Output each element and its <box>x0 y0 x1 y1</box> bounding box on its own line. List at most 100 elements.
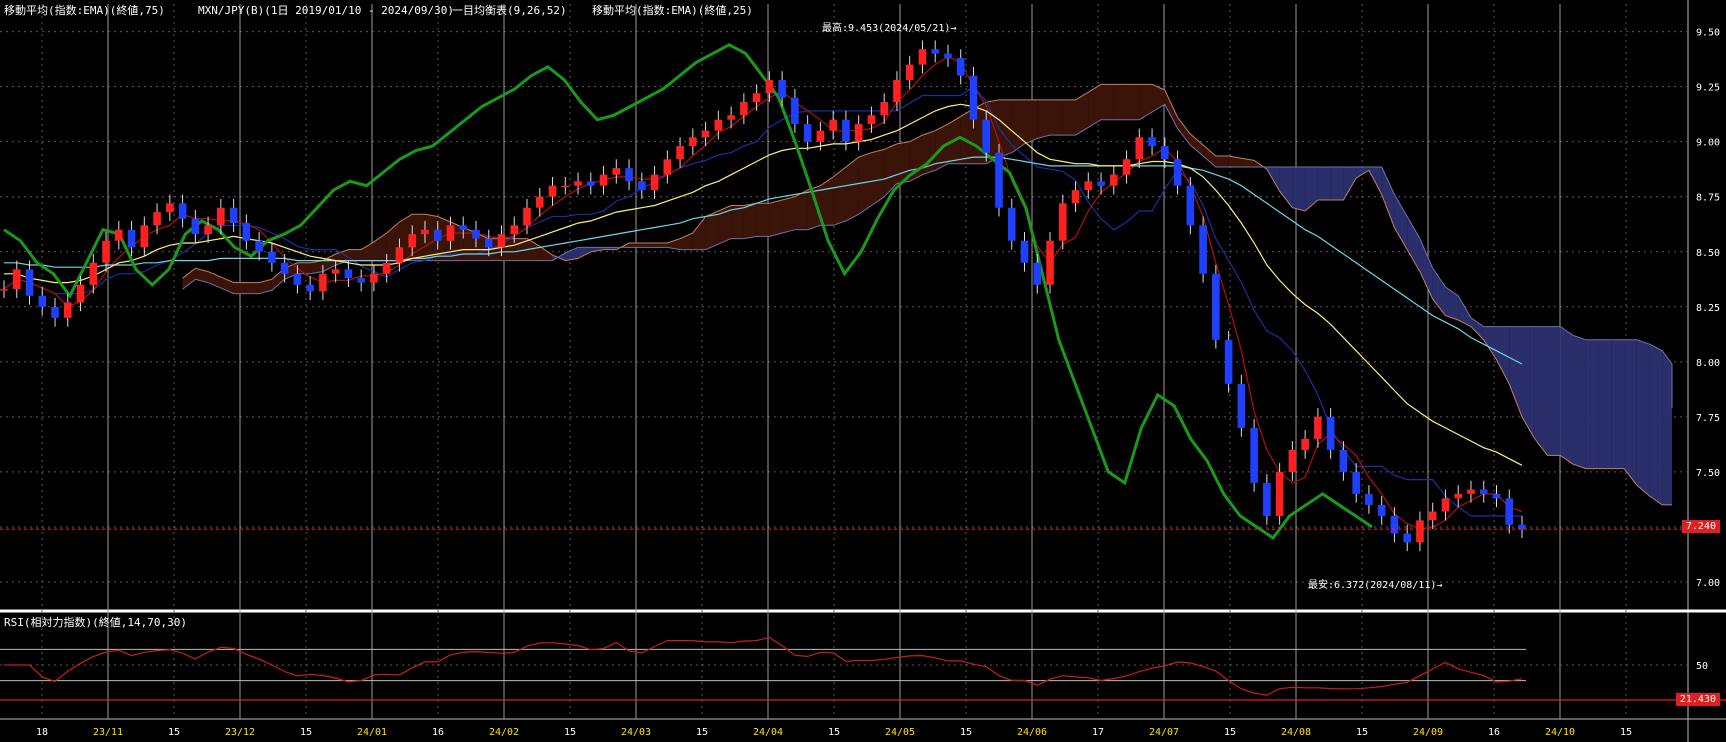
candle-body <box>995 152 1003 208</box>
candle-body <box>1377 504 1386 516</box>
candle-body <box>1186 185 1195 226</box>
price-tick-label: 9.25 <box>1696 83 1720 94</box>
ichimoku-legend: 一目均衡表(9,26,52) <box>452 4 567 17</box>
symbol-title: MXN/JPY(B)(1日 2019/01/10 - 2024/09/30) <box>198 4 455 17</box>
candle-body <box>548 185 557 197</box>
cloud-segment <box>1330 167 1344 201</box>
price-tick-label: 8.25 <box>1696 303 1720 314</box>
candle-body <box>982 119 991 153</box>
candle-body <box>1301 438 1309 450</box>
candle-body <box>727 115 735 120</box>
candle-body <box>38 295 47 307</box>
time-tick-label: 16 <box>432 727 444 738</box>
candle-body <box>331 269 340 274</box>
candle-body <box>229 207 238 224</box>
candle-body <box>650 174 659 191</box>
time-tick-label: 24/04 <box>753 727 783 738</box>
candle-body <box>1161 146 1169 160</box>
time-tick-label: 24/03 <box>621 727 651 738</box>
candle-body <box>102 240 110 263</box>
candle-body <box>893 80 901 103</box>
candle-body <box>1263 482 1271 516</box>
candle-body <box>63 302 72 318</box>
candle-body <box>1173 159 1182 186</box>
candle-body <box>638 181 646 191</box>
candle-body <box>561 185 570 188</box>
cloud-segment <box>1611 339 1625 469</box>
cloud-segment <box>641 242 655 248</box>
cloud-segment <box>1534 326 1548 456</box>
candle-body <box>714 119 723 131</box>
cloud-segment <box>845 157 859 221</box>
chart-canvas: 9.509.259.008.758.508.258.007.757.507.25… <box>0 0 1726 742</box>
cloud-segment <box>1547 326 1561 456</box>
candle-body <box>1084 181 1093 191</box>
candle-body <box>191 218 200 235</box>
cloud-segment <box>629 242 642 248</box>
candle-body <box>1212 273 1220 340</box>
time-tick-label: 23/12 <box>225 727 255 738</box>
candle-body <box>166 203 174 213</box>
candle-body <box>51 306 59 318</box>
price-tick-label: 7.00 <box>1696 578 1720 589</box>
candle-body <box>956 58 965 76</box>
candle-body <box>1071 190 1080 204</box>
candle-body <box>76 284 85 303</box>
cloud-segment <box>1126 84 1140 120</box>
cloud-segment <box>871 149 885 206</box>
price-tick-label: 8.00 <box>1696 358 1720 369</box>
time-tick-label: 24/05 <box>885 727 915 738</box>
time-tick-label: 15 <box>168 727 180 738</box>
candle-body <box>1441 498 1450 512</box>
price-tick-label: 9.50 <box>1696 28 1720 39</box>
cloud-segment <box>1215 155 1229 168</box>
rsi-title: RSI(相対力指数)(終値,14,70,30) <box>4 616 187 629</box>
price-tick-label: 8.50 <box>1696 248 1720 259</box>
candle-body <box>433 229 442 241</box>
high-annotation: 最高:9.453(2024/05/21)→ <box>822 21 956 34</box>
candle-body <box>319 273 327 292</box>
candle-body <box>1454 493 1463 499</box>
candle-body <box>255 240 263 252</box>
cloud-segment <box>1292 167 1306 212</box>
cloud-segment <box>1560 326 1574 465</box>
ema75-legend: 移動平均(指数:EMA)(終値,75) <box>4 4 165 17</box>
current-price-tag: 7.240 <box>1681 520 1720 533</box>
cloud-segment <box>922 130 936 175</box>
candle-body <box>153 212 161 226</box>
cloud-segment <box>1024 99 1038 144</box>
time-tick-label: 24/09 <box>1413 727 1443 738</box>
candle-body <box>25 269 34 296</box>
cloud-segment <box>1598 339 1612 469</box>
cloud-segment <box>1636 339 1650 497</box>
candle-body <box>1339 449 1348 472</box>
candle-body <box>867 115 876 125</box>
time-tick-label: 15 <box>828 727 840 738</box>
candle-body <box>1428 511 1437 521</box>
time-tick-label: 24/01 <box>357 727 387 738</box>
candle-body <box>676 146 684 160</box>
candle-body <box>1135 137 1144 160</box>
price-tick-label: 9.00 <box>1696 138 1720 149</box>
candle-body <box>408 234 416 248</box>
candle-body <box>293 273 302 285</box>
cloud-segment <box>1573 335 1586 469</box>
candle-body <box>523 207 531 226</box>
candle-body <box>344 269 353 279</box>
candle-body <box>1250 427 1258 483</box>
time-tick-label: 24/07 <box>1149 727 1179 738</box>
cloud-segment <box>1624 339 1637 486</box>
candle-body <box>115 229 123 241</box>
candle-body <box>663 159 672 175</box>
time-tick-label: 15 <box>1356 727 1368 738</box>
cloud-segment <box>246 282 260 294</box>
candle-body <box>701 130 710 138</box>
time-tick-label: 16 <box>1488 727 1500 738</box>
candle-body <box>1403 533 1411 543</box>
candle-body <box>1007 207 1016 241</box>
candle-body <box>1288 449 1297 472</box>
candle-body <box>280 262 289 274</box>
cloud-segment <box>1050 99 1063 136</box>
candle-body <box>905 64 914 81</box>
ema25-legend: 移動平均(指数:EMA)(終値,25) <box>592 4 753 17</box>
